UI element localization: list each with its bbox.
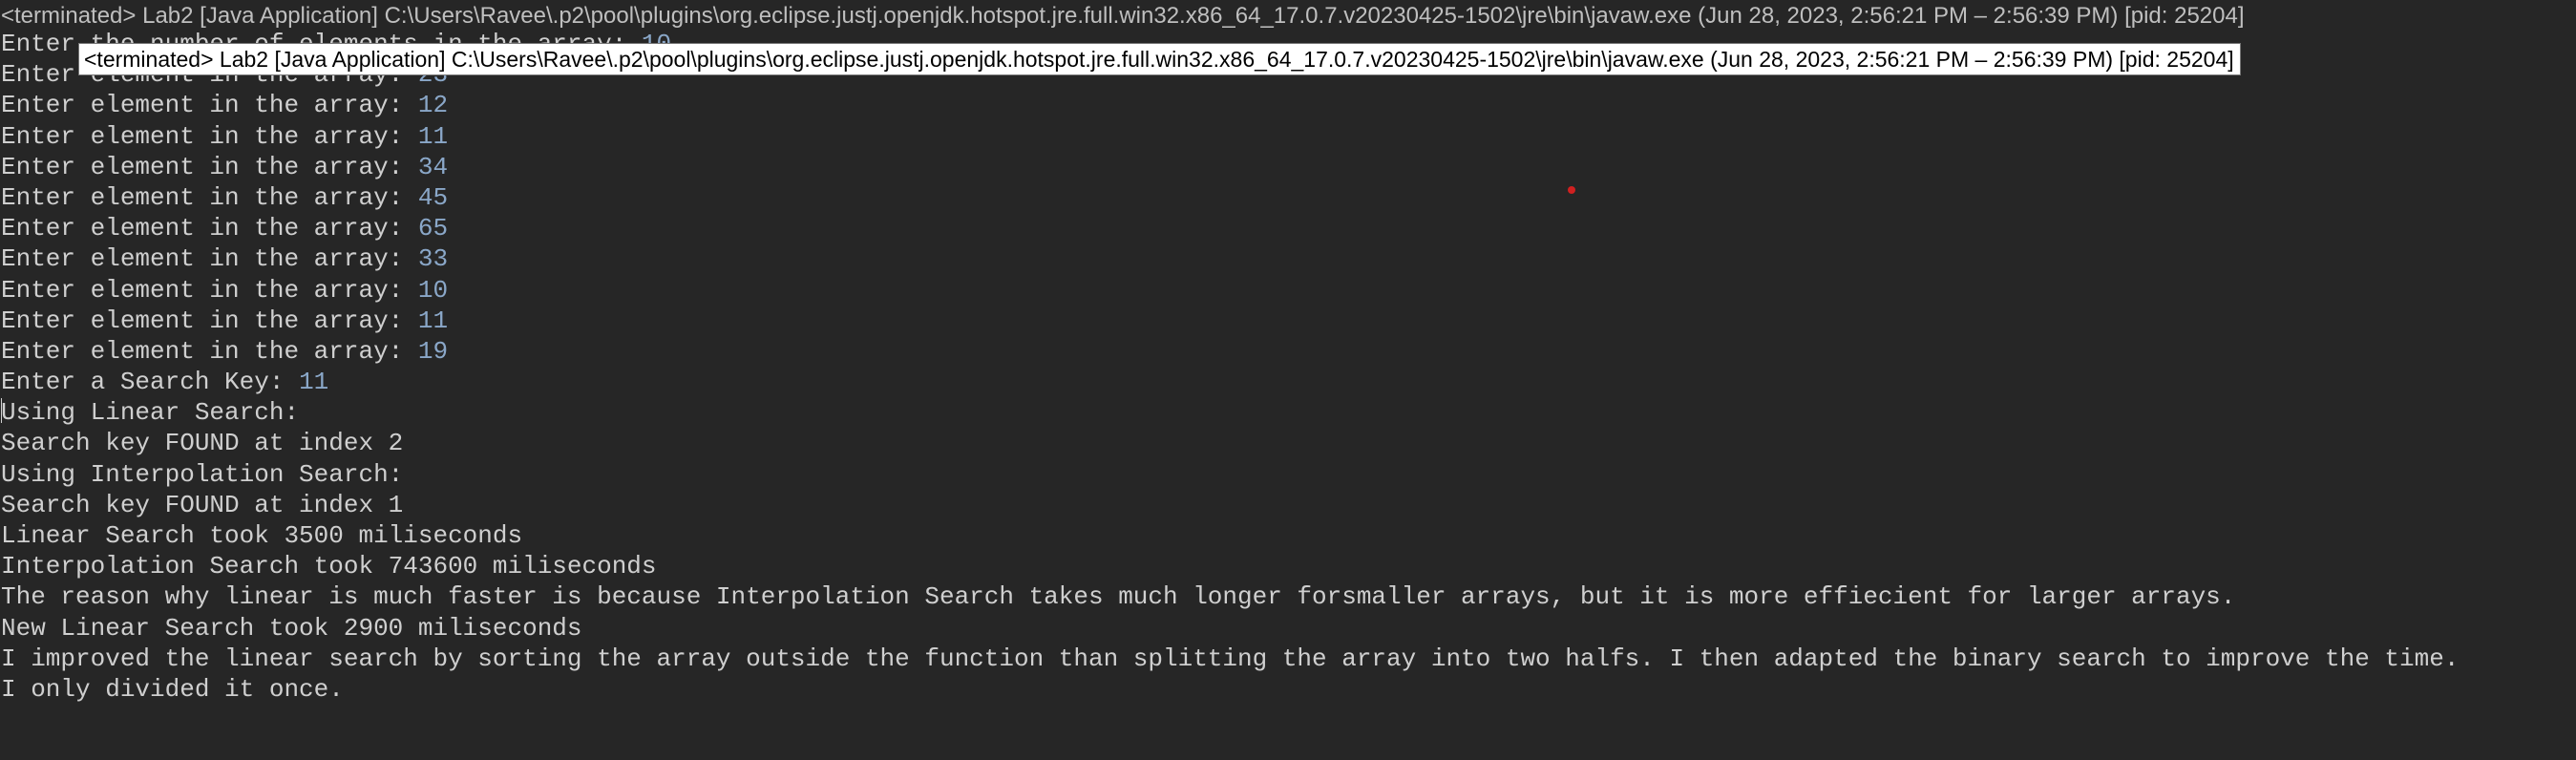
console-user-input: 33 <box>417 244 449 274</box>
console-output-text: Enter element in the array: <box>1 306 418 335</box>
console-output-text: Enter element in the array: <box>1 336 418 366</box>
launch-tooltip: <terminated> Lab2 [Java Application] C:\… <box>78 43 2241 75</box>
console-output-text: Enter a Search Key: <box>1 368 300 397</box>
console-line: I only divided it once. <box>1 674 2569 705</box>
console-user-input: 45 <box>417 182 449 212</box>
console-user-input: 11 <box>417 121 449 151</box>
console-line: Enter element in the array: 65 <box>1 213 2569 243</box>
console-output-text: I improved the linear search by sorting … <box>1 644 2460 673</box>
console-line: Enter element in the array: 45 <box>1 182 2569 213</box>
console-output-text: Search key FOUND at index 1 <box>1 490 404 519</box>
console-output-text: Using Interpolation Search: <box>1 459 404 489</box>
console-output-text: Linear Search took 3500 miliseconds <box>1 521 523 550</box>
console-line: Using Interpolation Search: <box>1 459 2569 490</box>
console-line: Enter element in the array: 19 <box>1 336 2569 367</box>
console-output-text: New Linear Search took 2900 miliseconds <box>1 613 582 643</box>
console-user-input: 11 <box>417 306 449 335</box>
console-line: Enter a Search Key: 11 <box>1 367 2569 397</box>
console-user-input: 12 <box>417 91 449 120</box>
console-line: Enter element in the array: 11 <box>1 306 2569 336</box>
console-output-text: I only divided it once. <box>1 674 344 704</box>
console-line: The reason why linear is much faster is … <box>1 581 2569 612</box>
console-user-input: 19 <box>417 336 449 366</box>
console-output-text: Enter element in the array: <box>1 214 418 243</box>
eclipse-console-view: <terminated> Lab2 [Java Application] C:\… <box>0 0 2576 760</box>
console-line: Linear Search took 3500 miliseconds <box>1 520 2569 551</box>
console-output-text: Using Linear Search: <box>1 398 300 428</box>
console-user-input: 11 <box>299 368 329 397</box>
console-output-text: Enter element in the array: <box>1 275 418 305</box>
console-launch-title: <terminated> Lab2 [Java Application] C:\… <box>1 3 2245 29</box>
console-output-text: Enter element in the array: <box>1 182 418 212</box>
console-line: Interpolation Search took 743600 milisec… <box>1 551 2569 581</box>
console-user-input: 34 <box>417 152 449 181</box>
console-line: Search key FOUND at index 1 <box>1 490 2569 520</box>
console-output-text: Enter element in the array: <box>1 91 418 120</box>
console-output-text: Search key FOUND at index 2 <box>1 429 404 458</box>
console-line: Using Linear Search: <box>1 397 2569 428</box>
console-line: Enter element in the array: 10 <box>1 275 2569 306</box>
console-line: I improved the linear search by sorting … <box>1 644 2569 674</box>
console-line: Search key FOUND at index 2 <box>1 428 2569 458</box>
console-user-input: 10 <box>417 275 449 305</box>
console-output-text: Interpolation Search took 743600 milisec… <box>1 552 657 581</box>
console-line: Enter element in the array: 34 <box>1 152 2569 182</box>
console-line: Enter element in the array: 12 <box>1 90 2569 120</box>
console-output-text: Enter element in the array: <box>1 244 418 274</box>
console-line: New Linear Search took 2900 miliseconds <box>1 613 2569 644</box>
console-output-text: Enter element in the array: <box>1 121 418 151</box>
console-output[interactable]: Enter the number of elements in the arra… <box>1 29 2569 760</box>
console-output-text: Enter element in the array: <box>1 152 418 181</box>
mouse-pointer-icon <box>1568 186 1575 194</box>
console-output-text: The reason why linear is much faster is … <box>1 582 2236 612</box>
console-line: Enter element in the array: 33 <box>1 243 2569 274</box>
console-user-input: 65 <box>417 214 449 243</box>
console-line: Enter element in the array: 11 <box>1 121 2569 152</box>
